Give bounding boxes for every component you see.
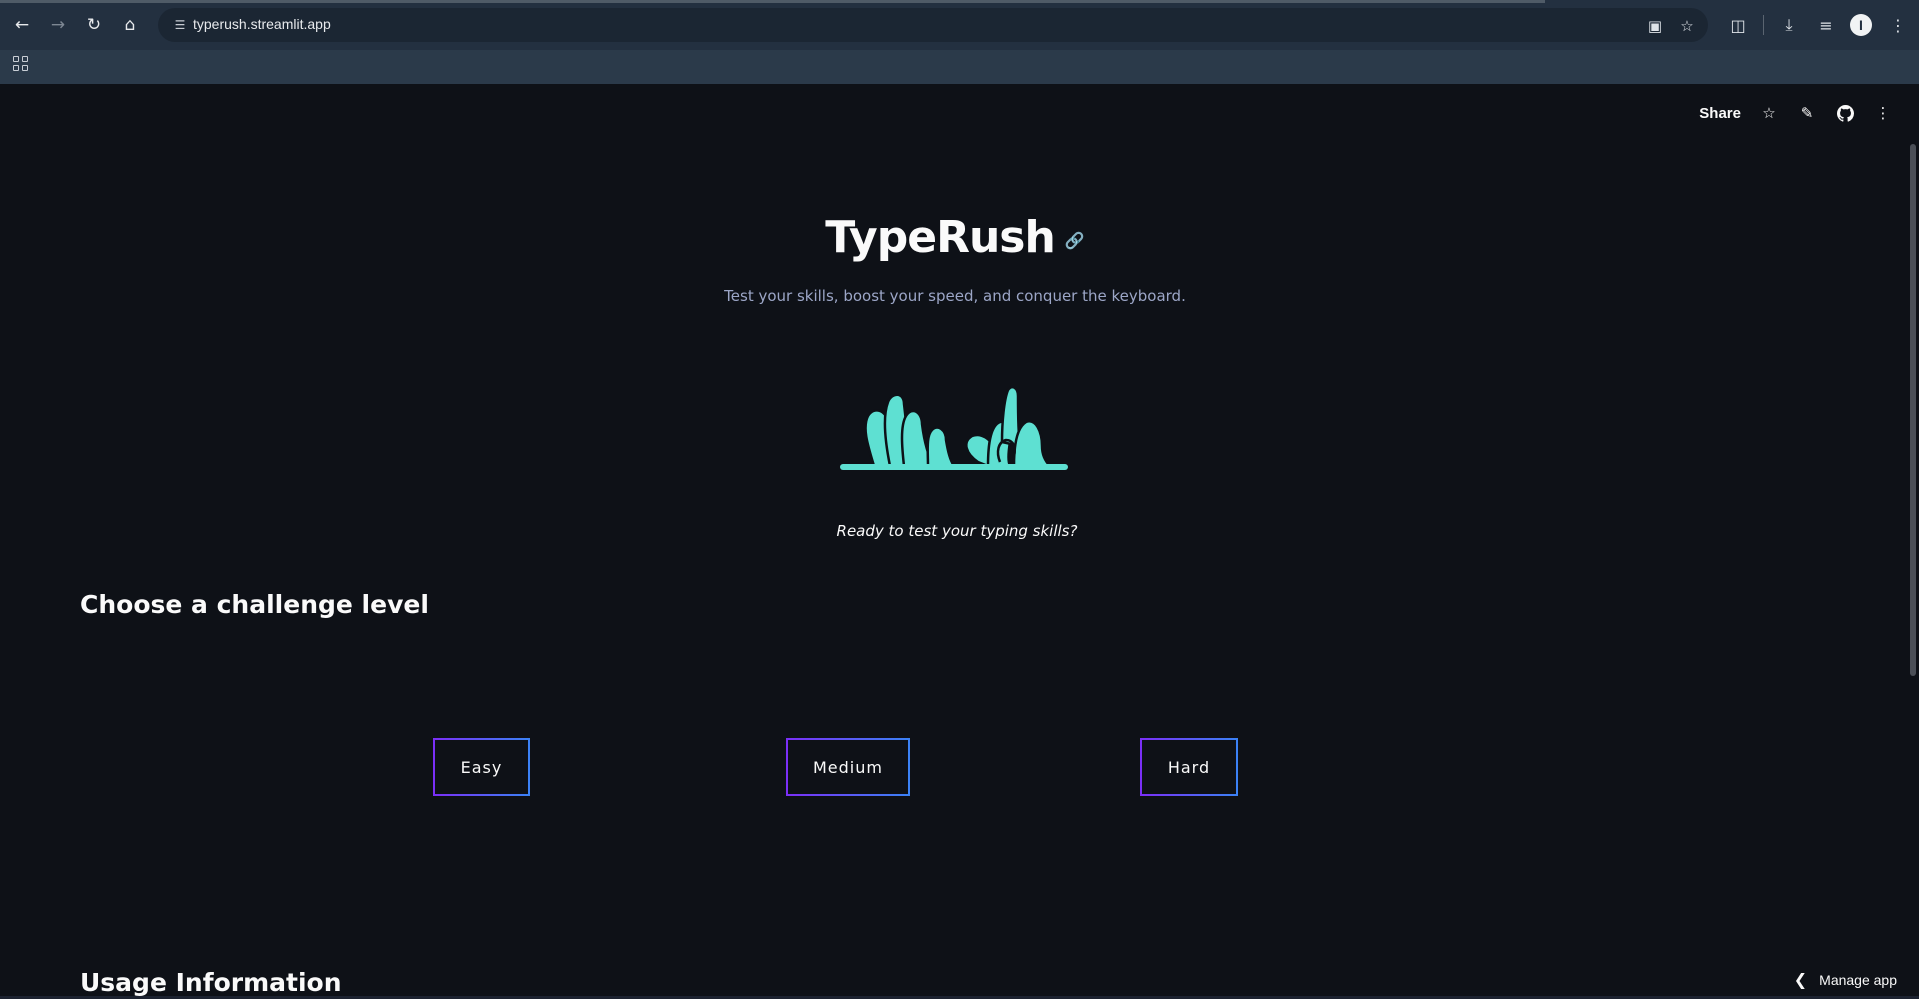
profile-avatar[interactable]: I: [1850, 14, 1872, 36]
easy-button[interactable]: Easy: [433, 738, 530, 796]
page-load-indicator: [0, 0, 1545, 3]
bookmark-star-icon[interactable]: ☆: [1677, 16, 1697, 36]
share-button[interactable]: Share: [1699, 105, 1741, 122]
left-hand-icon: [864, 393, 956, 468]
usage-heading: Usage Information: [80, 968, 342, 997]
toolbar-separator: [1763, 15, 1764, 35]
hard-button[interactable]: Hard: [1140, 738, 1238, 796]
tagline: Ready to test your typing skills?: [836, 522, 1078, 540]
browser-chrome: ← → ↻ ⌂ ☰ typerush.streamlit.app ▣ ☆ ◫ ⤓…: [0, 0, 1919, 84]
keyboard-bar: [840, 464, 1068, 470]
reload-icon[interactable]: ↻: [80, 11, 108, 39]
bookmarks-bar: [0, 50, 1919, 84]
favorite-star-icon[interactable]: ☆: [1759, 103, 1779, 123]
title-row: TypeRush 🔗: [0, 212, 1910, 263]
app-toolbar: Share ☆ ✎ ⋮: [1699, 100, 1893, 126]
extensions-icon[interactable]: ◫: [1724, 11, 1752, 39]
apps-grid-icon[interactable]: [10, 53, 30, 73]
anchor-link-icon[interactable]: 🔗: [1065, 231, 1085, 250]
right-hand-icon: [965, 385, 1052, 468]
downloads-icon[interactable]: ⤓: [1775, 11, 1803, 39]
manage-app-label: Manage app: [1819, 971, 1897, 988]
medium-button[interactable]: Medium: [786, 738, 910, 796]
chevron-left-icon: ❮: [1793, 970, 1808, 989]
github-icon[interactable]: [1835, 103, 1855, 123]
forward-icon[interactable]: →: [44, 11, 72, 39]
page-subtitle: Test your skills, boost your speed, and …: [724, 287, 1186, 305]
manage-app-button[interactable]: ❮ Manage app: [1794, 970, 1897, 989]
edit-pencil-icon[interactable]: ✎: [1797, 103, 1817, 123]
browser-toolbar: ← → ↻ ⌂ ☰ typerush.streamlit.app ▣ ☆ ◫ ⤓…: [0, 0, 1919, 50]
back-icon[interactable]: ←: [8, 11, 36, 39]
address-bar-url[interactable]: typerush.streamlit.app: [193, 16, 331, 32]
app-main: Share ☆ ✎ ⋮ TypeRush 🔗 Test your skills,…: [0, 84, 1919, 999]
page-scrollbar[interactable]: [1910, 144, 1916, 676]
install-app-icon[interactable]: ▣: [1645, 16, 1665, 36]
address-bar[interactable]: ☰ typerush.streamlit.app ▣ ☆: [158, 8, 1708, 42]
reading-list-icon[interactable]: ≡: [1812, 11, 1840, 39]
challenge-heading: Choose a challenge level: [80, 590, 429, 619]
typing-hands-illustration: [840, 385, 1068, 470]
app-menu-icon[interactable]: ⋮: [1873, 103, 1893, 123]
home-icon[interactable]: ⌂: [116, 11, 144, 39]
site-info-icon[interactable]: ☰: [172, 17, 188, 33]
browser-menu-icon[interactable]: ⋮: [1884, 11, 1912, 39]
page-title: TypeRush: [825, 212, 1056, 263]
